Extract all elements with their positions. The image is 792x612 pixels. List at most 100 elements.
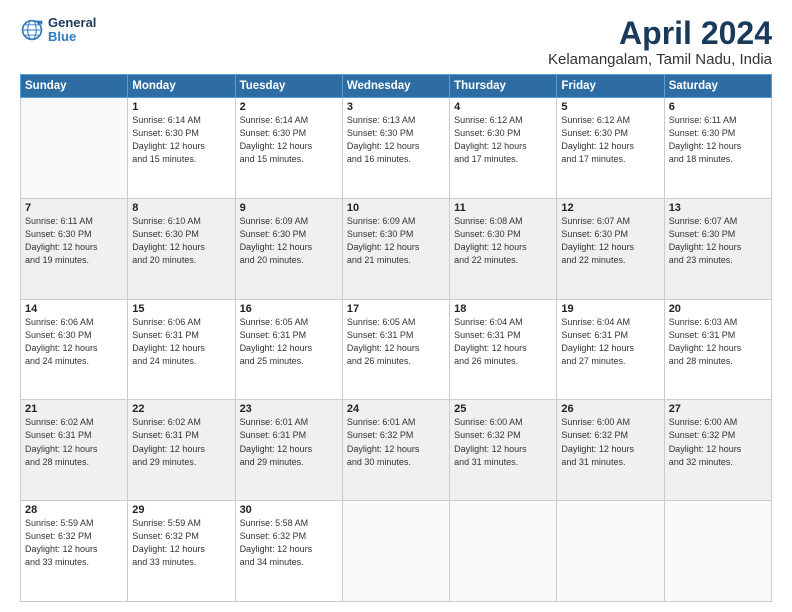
table-row: 22Sunrise: 6:02 AM Sunset: 6:31 PM Dayli… (128, 400, 235, 501)
day-info: Sunrise: 6:10 AM Sunset: 6:30 PM Dayligh… (132, 215, 230, 267)
day-info: Sunrise: 6:08 AM Sunset: 6:30 PM Dayligh… (454, 215, 552, 267)
day-number: 16 (240, 303, 338, 315)
table-row: 26Sunrise: 6:00 AM Sunset: 6:32 PM Dayli… (557, 400, 664, 501)
day-number: 2 (240, 101, 338, 113)
page: General Blue April 2024 Kelamangalam, Ta… (0, 0, 792, 612)
day-number: 29 (132, 504, 230, 516)
table-row: 10Sunrise: 6:09 AM Sunset: 6:30 PM Dayli… (342, 198, 449, 299)
week-row-5: 28Sunrise: 5:59 AM Sunset: 6:32 PM Dayli… (21, 501, 772, 602)
day-info: Sunrise: 6:07 AM Sunset: 6:30 PM Dayligh… (561, 215, 659, 267)
col-saturday: Saturday (664, 75, 771, 98)
week-row-3: 14Sunrise: 6:06 AM Sunset: 6:30 PM Dayli… (21, 299, 772, 400)
day-info: Sunrise: 6:01 AM Sunset: 6:32 PM Dayligh… (347, 416, 445, 468)
day-number: 1 (132, 101, 230, 113)
table-row: 24Sunrise: 6:01 AM Sunset: 6:32 PM Dayli… (342, 400, 449, 501)
week-row-1: 1Sunrise: 6:14 AM Sunset: 6:30 PM Daylig… (21, 98, 772, 199)
day-info: Sunrise: 6:02 AM Sunset: 6:31 PM Dayligh… (25, 416, 123, 468)
table-row: 4Sunrise: 6:12 AM Sunset: 6:30 PM Daylig… (450, 98, 557, 199)
day-number: 15 (132, 303, 230, 315)
table-row: 25Sunrise: 6:00 AM Sunset: 6:32 PM Dayli… (450, 400, 557, 501)
week-row-4: 21Sunrise: 6:02 AM Sunset: 6:31 PM Dayli… (21, 400, 772, 501)
day-info: Sunrise: 6:12 AM Sunset: 6:30 PM Dayligh… (561, 114, 659, 166)
table-row: 7Sunrise: 6:11 AM Sunset: 6:30 PM Daylig… (21, 198, 128, 299)
day-info: Sunrise: 6:09 AM Sunset: 6:30 PM Dayligh… (347, 215, 445, 267)
logo-line2: Blue (48, 30, 96, 44)
day-info: Sunrise: 6:03 AM Sunset: 6:31 PM Dayligh… (669, 316, 767, 368)
table-row: 17Sunrise: 6:05 AM Sunset: 6:31 PM Dayli… (342, 299, 449, 400)
table-row: 19Sunrise: 6:04 AM Sunset: 6:31 PM Dayli… (557, 299, 664, 400)
day-info: Sunrise: 6:02 AM Sunset: 6:31 PM Dayligh… (132, 416, 230, 468)
day-number: 22 (132, 403, 230, 415)
col-wednesday: Wednesday (342, 75, 449, 98)
day-info: Sunrise: 6:00 AM Sunset: 6:32 PM Dayligh… (454, 416, 552, 468)
day-info: Sunrise: 6:06 AM Sunset: 6:30 PM Dayligh… (25, 316, 123, 368)
table-row: 28Sunrise: 5:59 AM Sunset: 6:32 PM Dayli… (21, 501, 128, 602)
day-info: Sunrise: 6:09 AM Sunset: 6:30 PM Dayligh… (240, 215, 338, 267)
day-number: 3 (347, 101, 445, 113)
day-number: 5 (561, 101, 659, 113)
table-row: 13Sunrise: 6:07 AM Sunset: 6:30 PM Dayli… (664, 198, 771, 299)
day-number: 8 (132, 202, 230, 214)
table-row: 11Sunrise: 6:08 AM Sunset: 6:30 PM Dayli… (450, 198, 557, 299)
day-number: 27 (669, 403, 767, 415)
day-number: 23 (240, 403, 338, 415)
day-info: Sunrise: 6:05 AM Sunset: 6:31 PM Dayligh… (347, 316, 445, 368)
day-number: 18 (454, 303, 552, 315)
day-number: 10 (347, 202, 445, 214)
day-number: 28 (25, 504, 123, 516)
table-row: 30Sunrise: 5:58 AM Sunset: 6:32 PM Dayli… (235, 501, 342, 602)
table-row: 15Sunrise: 6:06 AM Sunset: 6:31 PM Dayli… (128, 299, 235, 400)
day-info: Sunrise: 6:07 AM Sunset: 6:30 PM Dayligh… (669, 215, 767, 267)
day-info: Sunrise: 6:00 AM Sunset: 6:32 PM Dayligh… (561, 416, 659, 468)
table-row: 1Sunrise: 6:14 AM Sunset: 6:30 PM Daylig… (128, 98, 235, 199)
day-number: 17 (347, 303, 445, 315)
day-number: 6 (669, 101, 767, 113)
day-info: Sunrise: 6:12 AM Sunset: 6:30 PM Dayligh… (454, 114, 552, 166)
logo-text: General Blue (48, 16, 96, 45)
table-row (342, 501, 449, 602)
day-number: 4 (454, 101, 552, 113)
table-row: 18Sunrise: 6:04 AM Sunset: 6:31 PM Dayli… (450, 299, 557, 400)
table-row: 14Sunrise: 6:06 AM Sunset: 6:30 PM Dayli… (21, 299, 128, 400)
calendar-table: Sunday Monday Tuesday Wednesday Thursday… (20, 74, 772, 602)
day-number: 26 (561, 403, 659, 415)
week-row-2: 7Sunrise: 6:11 AM Sunset: 6:30 PM Daylig… (21, 198, 772, 299)
table-row (557, 501, 664, 602)
table-row: 16Sunrise: 6:05 AM Sunset: 6:31 PM Dayli… (235, 299, 342, 400)
table-row: 5Sunrise: 6:12 AM Sunset: 6:30 PM Daylig… (557, 98, 664, 199)
table-row: 29Sunrise: 5:59 AM Sunset: 6:32 PM Dayli… (128, 501, 235, 602)
day-info: Sunrise: 6:01 AM Sunset: 6:31 PM Dayligh… (240, 416, 338, 468)
day-info: Sunrise: 6:06 AM Sunset: 6:31 PM Dayligh… (132, 316, 230, 368)
logo-icon (20, 18, 44, 42)
day-info: Sunrise: 5:59 AM Sunset: 6:32 PM Dayligh… (25, 517, 123, 569)
col-friday: Friday (557, 75, 664, 98)
title-block: April 2024 Kelamangalam, Tamil Nadu, Ind… (548, 16, 772, 68)
table-row: 3Sunrise: 6:13 AM Sunset: 6:30 PM Daylig… (342, 98, 449, 199)
table-row: 2Sunrise: 6:14 AM Sunset: 6:30 PM Daylig… (235, 98, 342, 199)
day-number: 13 (669, 202, 767, 214)
table-row: 6Sunrise: 6:11 AM Sunset: 6:30 PM Daylig… (664, 98, 771, 199)
table-row: 8Sunrise: 6:10 AM Sunset: 6:30 PM Daylig… (128, 198, 235, 299)
day-number: 24 (347, 403, 445, 415)
table-row (664, 501, 771, 602)
day-info: Sunrise: 6:11 AM Sunset: 6:30 PM Dayligh… (669, 114, 767, 166)
day-info: Sunrise: 6:00 AM Sunset: 6:32 PM Dayligh… (669, 416, 767, 468)
col-thursday: Thursday (450, 75, 557, 98)
subtitle: Kelamangalam, Tamil Nadu, India (548, 51, 772, 68)
table-row: 9Sunrise: 6:09 AM Sunset: 6:30 PM Daylig… (235, 198, 342, 299)
header: General Blue April 2024 Kelamangalam, Ta… (20, 16, 772, 68)
table-row: 20Sunrise: 6:03 AM Sunset: 6:31 PM Dayli… (664, 299, 771, 400)
day-info: Sunrise: 6:11 AM Sunset: 6:30 PM Dayligh… (25, 215, 123, 267)
day-number: 30 (240, 504, 338, 516)
col-tuesday: Tuesday (235, 75, 342, 98)
main-title: April 2024 (548, 16, 772, 51)
header-row: Sunday Monday Tuesday Wednesday Thursday… (21, 75, 772, 98)
table-row (450, 501, 557, 602)
day-info: Sunrise: 6:04 AM Sunset: 6:31 PM Dayligh… (454, 316, 552, 368)
day-number: 21 (25, 403, 123, 415)
logo-line1: General (48, 16, 96, 30)
day-number: 7 (25, 202, 123, 214)
table-row: 12Sunrise: 6:07 AM Sunset: 6:30 PM Dayli… (557, 198, 664, 299)
day-info: Sunrise: 6:14 AM Sunset: 6:30 PM Dayligh… (132, 114, 230, 166)
logo: General Blue (20, 16, 96, 45)
